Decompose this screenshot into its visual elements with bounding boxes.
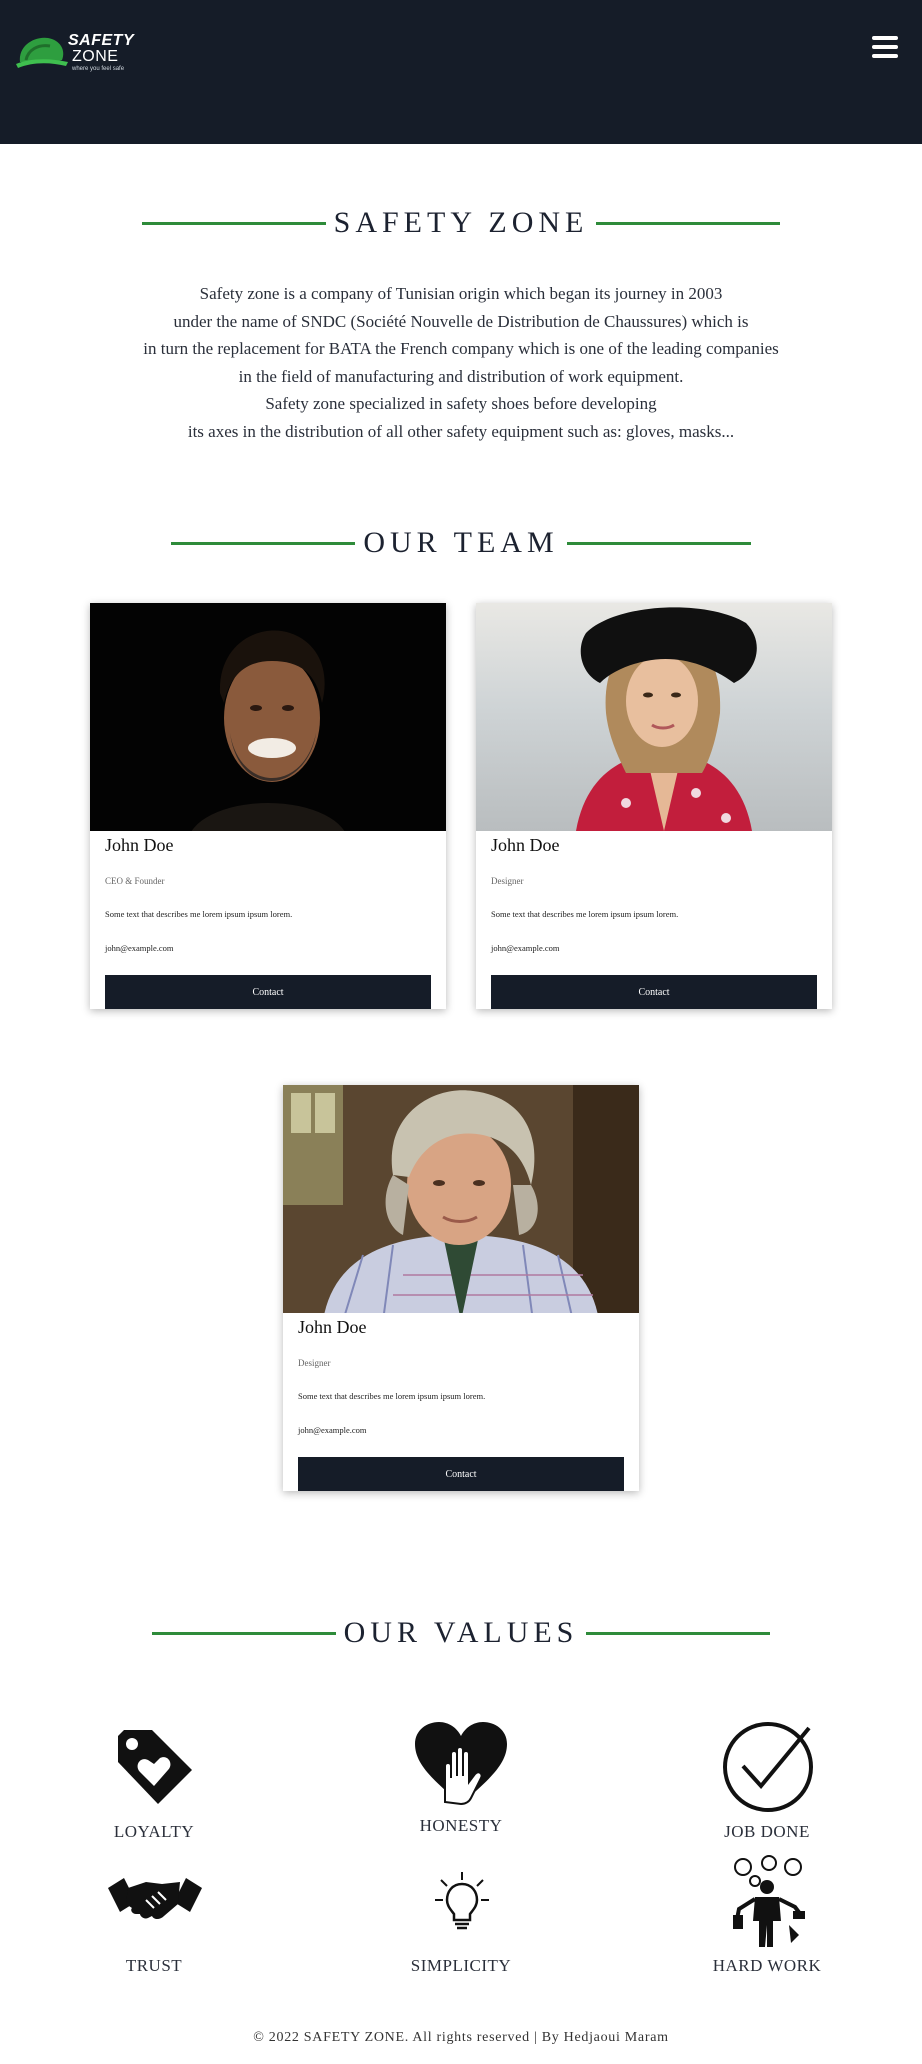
heart-hand-icon	[415, 1722, 507, 1806]
value-label: SIMPLICITY	[410, 1956, 512, 1975]
heading-divider-left	[141, 221, 326, 225]
logo-tagline: where you feel safe	[72, 66, 125, 72]
value-item-hard-work: HARD WORK	[667, 1855, 867, 1980]
team-member-name: John Doe	[298, 1317, 367, 1337]
helmet-logo-icon	[16, 37, 68, 68]
value-item-honesty: HONESTY	[361, 1720, 561, 1840]
about-section-heading: SAFETY ZONE	[0, 206, 922, 240]
team-title: OUR TEAM	[363, 526, 559, 559]
handshake-icon	[108, 1878, 202, 1919]
site-header: SAFETY ZONE where you feel safe	[0, 0, 922, 144]
lightbulb-icon	[435, 1872, 489, 1930]
team-member-description: Some text that describes me lorem ipsum …	[105, 909, 293, 919]
team-member-role: CEO & Founder	[105, 876, 165, 886]
team-member-photo	[476, 603, 832, 831]
team-member-photo	[90, 603, 446, 831]
heading-divider-left	[171, 541, 356, 545]
about-line: in the field of manufacturing and distri…	[238, 366, 684, 386]
site-footer: © 2022 SAFETY ZONE. All rights reserved …	[253, 2030, 669, 2045]
about-title: SAFETY ZONE	[333, 206, 589, 239]
team-member-email[interactable]: john@example.com	[491, 943, 817, 953]
team-member-email[interactable]: john@example.com	[105, 943, 431, 953]
team-section-heading: OUR TEAM	[0, 526, 922, 560]
team-member-role: Designer	[298, 1358, 331, 1368]
heading-divider-left	[151, 1631, 336, 1635]
hamburger-menu-icon[interactable]	[872, 36, 898, 60]
about-line: its axes in the distribution of all othe…	[187, 421, 735, 441]
team-card: John Doe Designer Some text that describ…	[283, 1085, 639, 1491]
team-member-name: John Doe	[491, 835, 560, 855]
value-item-job-done: JOB DONE	[667, 1720, 867, 1841]
value-item-trust: TRUST	[54, 1870, 254, 1980]
about-line: under the name of SNDC (Société Nouvelle…	[173, 311, 749, 331]
contact-button[interactable]: Contact	[298, 1457, 624, 1491]
values-section-heading: OUR VALUES	[0, 1616, 922, 1650]
value-label: JOB DONE	[724, 1822, 810, 1841]
multitasking-person-icon	[733, 1855, 805, 1947]
logo-brand-line2: ZONE	[72, 48, 119, 65]
about-text: Safety zone is a company of Tunisian ori…	[60, 280, 862, 446]
value-label: HONESTY	[419, 1816, 503, 1835]
about-line: Safety zone specialized in safety shoes …	[265, 394, 657, 414]
value-item-simplicity: SIMPLICITY	[361, 1870, 561, 1980]
about-line: Safety zone is a company of Tunisian ori…	[199, 284, 723, 303]
team-member-description: Some text that describes me lorem ipsum …	[298, 1391, 486, 1401]
value-label: HARD WORK	[712, 1956, 822, 1975]
contact-button[interactable]: Contact	[491, 975, 817, 1009]
value-label: LOYALTY	[113, 1822, 195, 1841]
value-label: TRUST	[125, 1956, 183, 1975]
team-member-description: Some text that describes me lorem ipsum …	[491, 909, 679, 919]
value-item-loyalty: LOYALTY	[54, 1720, 254, 1841]
tag-heart-icon	[118, 1730, 192, 1804]
team-card: John Doe CEO & Founder Some text that de…	[90, 603, 446, 1009]
values-title: OUR VALUES	[343, 1616, 579, 1649]
team-card: John Doe Designer Some text that describ…	[476, 603, 832, 1009]
team-member-email[interactable]: john@example.com	[298, 1425, 624, 1435]
heading-divider-right	[586, 1631, 771, 1635]
heading-divider-right	[596, 221, 781, 225]
check-circle-icon	[723, 1722, 813, 1812]
site-logo[interactable]: SAFETY ZONE where you feel safe	[16, 30, 136, 74]
heading-divider-right	[566, 541, 751, 545]
team-member-photo	[283, 1085, 639, 1313]
team-member-name: John Doe	[105, 835, 174, 855]
team-member-role: Designer	[491, 876, 524, 886]
contact-button[interactable]: Contact	[105, 975, 431, 1009]
about-line: in turn the replacement for BATA the Fre…	[143, 339, 779, 359]
